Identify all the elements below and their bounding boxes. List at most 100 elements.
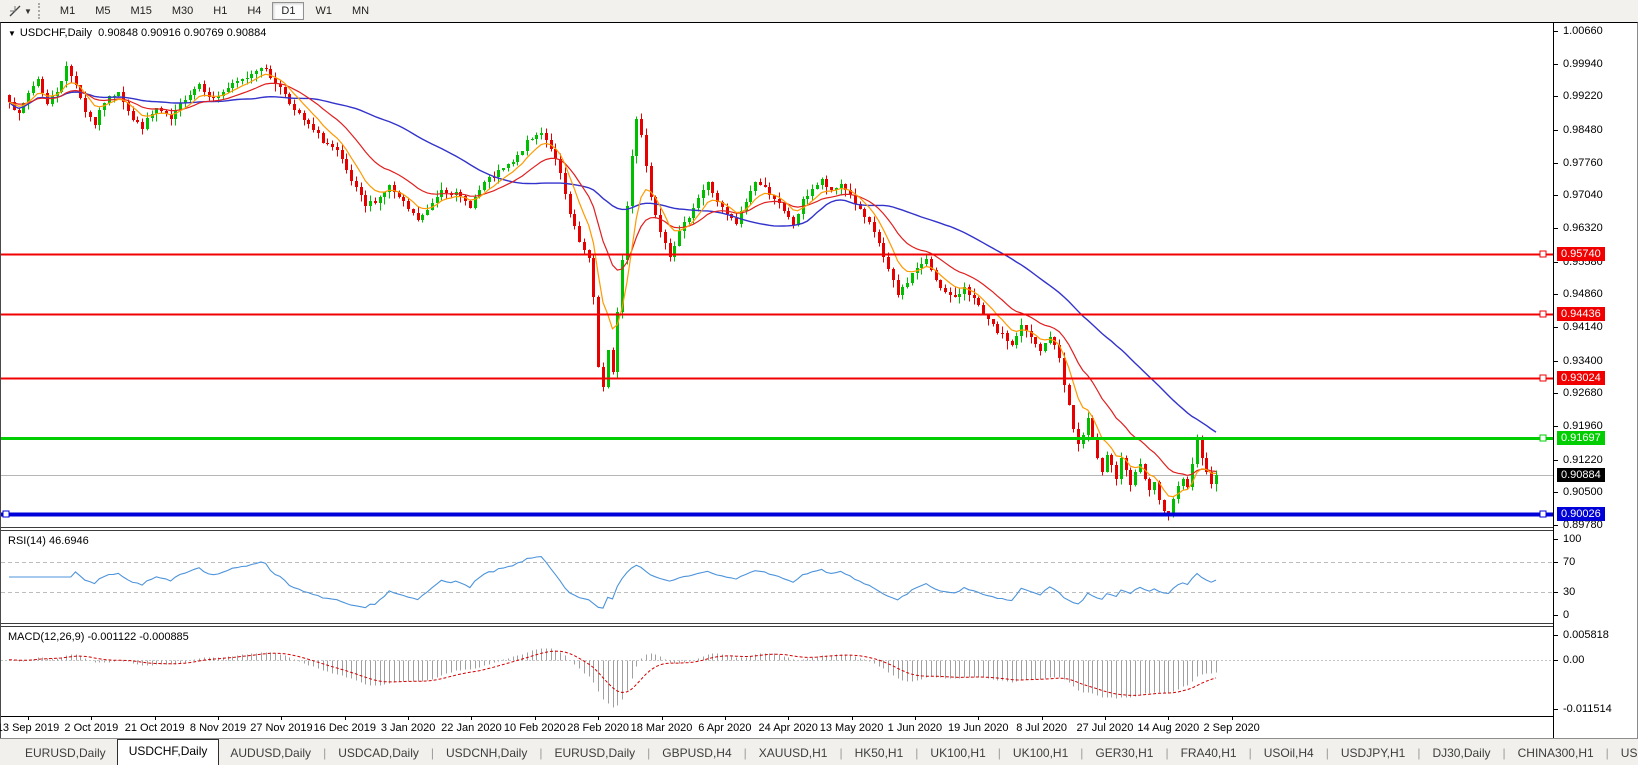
- date-tick: [1042, 717, 1043, 720]
- axis-tick-mark: [1554, 709, 1558, 710]
- symbol-tab-usdcad-daily[interactable]: USDCAD,Daily: [327, 742, 430, 765]
- axis-tick-mark: [1554, 228, 1558, 229]
- symbol-tab-usoil-h4[interactable]: USOil,H4: [1253, 742, 1325, 765]
- axis-tick-mark: [1554, 195, 1558, 196]
- axis-tick-mark: [1554, 592, 1558, 593]
- rsi-tick-label: 100: [1563, 533, 1581, 545]
- axis-tick-mark: [1554, 492, 1558, 493]
- rsi-label: RSI(14) 46.6946: [8, 535, 89, 547]
- date-label: 1 Jun 2020: [888, 722, 942, 734]
- price-tick-label: 0.97760: [1563, 157, 1603, 169]
- timeframe-button-m15[interactable]: M15: [121, 2, 160, 20]
- chart-symbol: USDCHF,Daily: [20, 27, 92, 39]
- symbol-tab-eurusd-daily[interactable]: EURUSD,Daily: [14, 742, 117, 765]
- symbol-tab-usoil-h1[interactable]: USOil,H1: [1610, 742, 1638, 765]
- symbol-tab-fra40-h1[interactable]: FRA40,H1: [1170, 742, 1248, 765]
- timeframe-button-m1[interactable]: M1: [51, 2, 84, 20]
- timeframe-buttons: M1M5M15M30H1H4D1W1MN: [50, 2, 379, 20]
- symbol-tab-uk100-h1[interactable]: UK100,H1: [1002, 742, 1079, 765]
- chart-window: ▼ USDCHF,Daily 0.90848 0.90916 0.90769 0.…: [0, 22, 1638, 738]
- axis-tick-mark: [1554, 635, 1558, 636]
- timeframe-button-h1[interactable]: H1: [204, 2, 236, 20]
- timeframe-button-w1[interactable]: W1: [306, 2, 341, 20]
- axis-tick-mark: [1554, 31, 1558, 32]
- date-axis[interactable]: 13 Sep 20192 Oct 201921 Oct 20198 Nov 20…: [1, 716, 1553, 738]
- date-label: 18 Mar 2020: [631, 722, 693, 734]
- date-tick: [915, 717, 916, 720]
- axis-tick-mark: [1554, 294, 1558, 295]
- price-level-badge: 0.94436: [1557, 307, 1605, 321]
- collapse-icon[interactable]: ▼: [8, 29, 16, 38]
- price-axis[interactable]: 1.006600.999400.992200.984800.977600.970…: [1553, 22, 1638, 738]
- axis-tick-mark: [1554, 327, 1558, 328]
- symbol-tab-usdchf-daily[interactable]: USDCHF,Daily: [117, 739, 220, 765]
- date-tick: [408, 717, 409, 720]
- axis-tick-mark: [1554, 361, 1558, 362]
- price-tick-label: 0.99220: [1563, 90, 1603, 102]
- macd-tick-label: 0.00: [1563, 654, 1584, 666]
- axis-tick-mark: [1554, 163, 1558, 164]
- chart-ohlc-values: 0.90848 0.90916 0.90769 0.90884: [98, 27, 266, 39]
- price-tick-label: 0.94860: [1563, 288, 1603, 300]
- date-tick: [281, 717, 282, 720]
- symbol-tab-dj30-daily[interactable]: DJ30,Daily: [1421, 742, 1501, 765]
- price-tick-label: 0.92680: [1563, 387, 1603, 399]
- symbol-tab-usdjpy-h1[interactable]: USDJPY,H1: [1330, 742, 1416, 765]
- date-tick: [155, 717, 156, 720]
- timeframe-button-h4[interactable]: H4: [238, 2, 270, 20]
- price-level-badge: 0.90884: [1557, 468, 1605, 482]
- date-label: 27 Jul 2020: [1076, 722, 1133, 734]
- price-level-badge: 0.95740: [1557, 247, 1605, 261]
- crosshair-tool-icon[interactable]: [8, 4, 22, 18]
- price-level-badge: 0.93024: [1557, 371, 1605, 385]
- symbol-tab-eurusd-daily[interactable]: EURUSD,Daily: [543, 742, 646, 765]
- price-tick-label: 0.90500: [1563, 486, 1603, 498]
- price-level-badge: 0.90026: [1557, 507, 1605, 521]
- date-tick: [1105, 717, 1106, 720]
- date-tick: [535, 717, 536, 720]
- price-tick-label: 1.00660: [1563, 25, 1603, 37]
- symbol-tab-china300-h1[interactable]: CHINA300,H1: [1507, 742, 1605, 765]
- rsi-tick-label: 70: [1563, 556, 1575, 568]
- date-tick: [978, 717, 979, 720]
- price-level-badge: 0.91697: [1557, 431, 1605, 445]
- date-tick: [218, 717, 219, 720]
- date-label: 24 Apr 2020: [759, 722, 818, 734]
- date-label: 8 Jul 2020: [1016, 722, 1067, 734]
- macd-panel[interactable]: MACD(12,26,9) -0.001122 -0.000885: [1, 627, 1553, 716]
- date-tick: [91, 717, 92, 720]
- symbol-tab-usdcnh-daily[interactable]: USDCNH,Daily: [435, 742, 538, 765]
- timeframe-button-d1[interactable]: D1: [272, 2, 304, 20]
- price-panel[interactable]: ▼ USDCHF,Daily 0.90848 0.90916 0.90769 0.…: [1, 23, 1553, 527]
- timeframe-button-m30[interactable]: M30: [163, 2, 202, 20]
- symbol-tab-uk100-h1[interactable]: UK100,H1: [919, 742, 996, 765]
- toolbar-grip[interactable]: [38, 3, 45, 19]
- symbol-tab-gbpusd-h4[interactable]: GBPUSD,H4: [651, 742, 742, 765]
- date-tick: [852, 717, 853, 720]
- symbol-tab-hk50-h1[interactable]: HK50,H1: [844, 742, 915, 765]
- cursor-tool-group[interactable]: ▼: [4, 4, 36, 18]
- symbol-tab-audusd-daily[interactable]: AUDUSD,Daily: [219, 742, 322, 765]
- axis-tick-mark: [1554, 539, 1558, 540]
- symbol-tab-xauusd-h1[interactable]: XAUUSD,H1: [748, 742, 839, 765]
- symbol-tab-ger30-h1[interactable]: GER30,H1: [1084, 742, 1164, 765]
- date-label: 19 Jun 2020: [948, 722, 1009, 734]
- date-label: 13 Sep 2019: [0, 722, 59, 734]
- price-tick-label: 0.96320: [1563, 222, 1603, 234]
- top-toolbar: ▼ M1M5M15M30H1H4D1W1MN: [0, 0, 1638, 22]
- price-tick-label: 0.97040: [1563, 189, 1603, 201]
- macd-tick-label: -0.011514: [1563, 703, 1612, 715]
- price-tick-label: 0.91220: [1563, 454, 1603, 466]
- timeframe-button-m5[interactable]: M5: [86, 2, 119, 20]
- symbol-tabs: EURUSD,DailyUSDCHF,DailyAUDUSD,Daily|USD…: [14, 738, 1638, 765]
- axis-tick-mark: [1554, 562, 1558, 563]
- date-label: 21 Oct 2019: [125, 722, 185, 734]
- rsi-panel[interactable]: RSI(14) 46.6946: [1, 531, 1553, 623]
- chevron-down-icon[interactable]: ▼: [24, 7, 32, 16]
- rsi-tick-label: 0: [1563, 609, 1569, 621]
- axis-tick-mark: [1554, 426, 1558, 427]
- axis-tick-mark: [1554, 460, 1558, 461]
- price-tick-label: 0.98480: [1563, 124, 1603, 136]
- chart-title: ▼ USDCHF,Daily 0.90848 0.90916 0.90769 0.…: [8, 27, 266, 39]
- timeframe-button-mn[interactable]: MN: [343, 2, 378, 20]
